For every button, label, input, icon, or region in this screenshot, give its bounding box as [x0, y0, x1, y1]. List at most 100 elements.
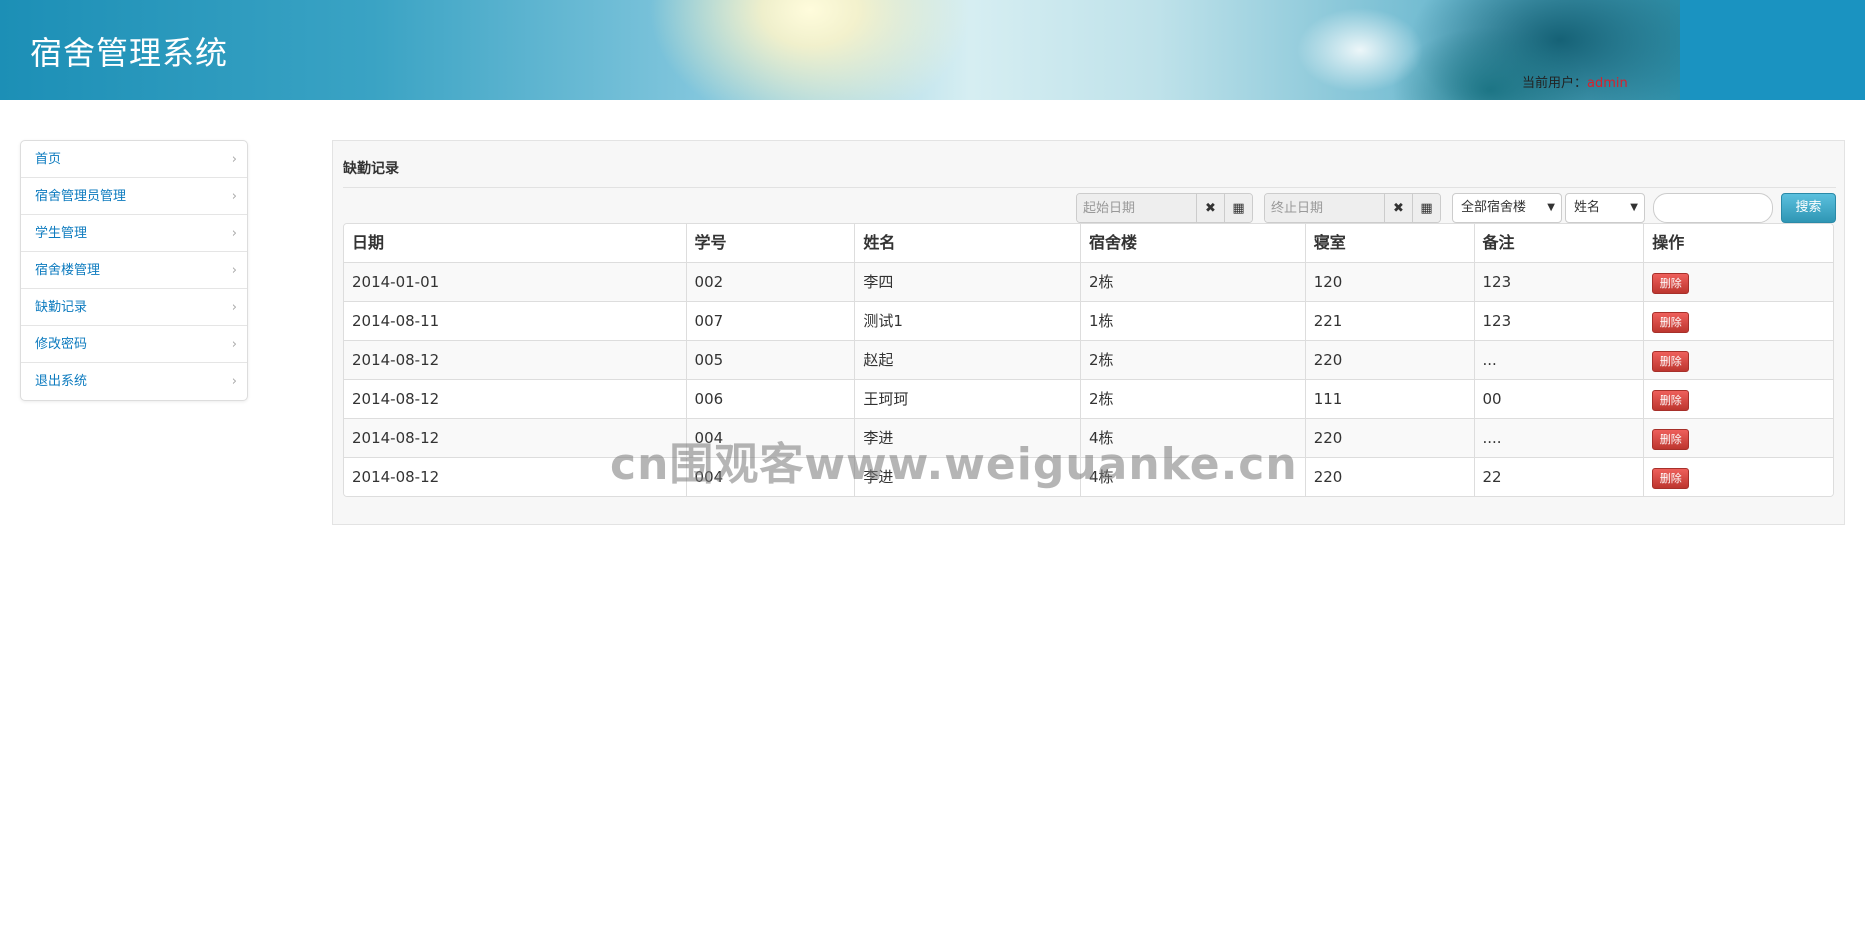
cell-student-no: 006 [685, 380, 855, 418]
table-row: 2014-01-01 002 李四 2栋 120 123 删除 [344, 262, 1833, 301]
current-user: 当前用户：admin [1522, 72, 1628, 91]
chevron-right-icon: › [231, 152, 237, 167]
table-header-row: 日期 学号 姓名 宿舍楼 寝室 备注 操作 [344, 224, 1833, 262]
building-select[interactable]: 全部宿舍楼 ▼ [1452, 193, 1562, 223]
cell-action: 删除 [1643, 458, 1833, 496]
sidebar-item-label: 宿舍管理员管理 [35, 189, 127, 204]
field-select[interactable]: 姓名 ▼ [1565, 193, 1645, 223]
end-date-calendar-icon[interactable]: ▦ [1412, 194, 1440, 222]
cell-note: 123 [1473, 263, 1644, 301]
chevron-right-icon: › [231, 226, 237, 241]
sidebar-item-label: 修改密码 [35, 337, 88, 352]
chevron-right-icon: › [231, 300, 237, 315]
cell-action: 删除 [1643, 302, 1833, 340]
cell-date: 2014-01-01 [352, 273, 440, 291]
cell-name: 赵起 [854, 341, 1080, 379]
chevron-right-icon: › [231, 189, 237, 204]
cell-note: ... [1473, 341, 1644, 379]
cell-room: 221 [1304, 302, 1474, 340]
sidebar-item-password[interactable]: 修改密码 › [21, 326, 247, 363]
building-select-value: 全部宿舍楼 [1461, 200, 1527, 215]
table-row: 2014-08-12 005 赵起 2栋 220 ... 删除 [344, 340, 1833, 379]
cell-action: 删除 [1643, 263, 1833, 301]
top-banner: 宿舍管理系统 当前用户：admin [0, 0, 1865, 100]
table-row: 2014-08-11 007 测试1 1栋 221 123 删除 [344, 301, 1833, 340]
search-button[interactable]: 搜索 [1781, 193, 1836, 223]
sidebar-item-label: 宿舍楼管理 [35, 263, 101, 278]
cell-student-no: 002 [685, 263, 855, 301]
delete-button[interactable]: 删除 [1652, 351, 1690, 372]
site-watermark: cn围观客www.weiguanke.cn [610, 439, 1298, 490]
cell-room: 220 [1304, 458, 1474, 496]
column-header-building: 宿舍楼 [1080, 224, 1305, 262]
start-date-calendar-icon[interactable]: ▦ [1224, 194, 1252, 222]
column-header-room: 寝室 [1304, 224, 1474, 262]
chevron-right-icon: › [231, 263, 237, 278]
cell-student-no: 005 [685, 341, 855, 379]
end-date-group: ✖ ▦ [1264, 193, 1441, 223]
cell-action: 删除 [1643, 341, 1833, 379]
cell-room: 120 [1304, 263, 1474, 301]
start-date-group: ✖ ▦ [1076, 193, 1253, 223]
panel-title: 缺勤记录 [343, 161, 399, 177]
cell-action: 删除 [1643, 380, 1833, 418]
sidebar-item-label: 缺勤记录 [35, 300, 88, 315]
sidebar-item-buildings[interactable]: 宿舍楼管理 › [21, 252, 247, 289]
cell-name: 李四 [854, 263, 1080, 301]
cell-room: 220 [1304, 341, 1474, 379]
delete-button[interactable]: 删除 [1652, 273, 1690, 294]
delete-button[interactable]: 删除 [1652, 429, 1690, 450]
cell-building: 2栋 [1080, 380, 1305, 418]
current-user-label: 当前用户： [1522, 76, 1588, 91]
chevron-right-icon: › [231, 374, 237, 389]
column-header-name: 姓名 [854, 224, 1080, 262]
sidebar-item-absence[interactable]: 缺勤记录 › [21, 289, 247, 326]
banner-right-strip [1680, 0, 1865, 100]
delete-button[interactable]: 删除 [1652, 312, 1690, 333]
column-header-student-no: 学号 [685, 224, 855, 262]
cell-action: 删除 [1643, 419, 1833, 457]
cell-note: 00 [1473, 380, 1644, 418]
cell-note: 123 [1473, 302, 1644, 340]
clear-start-date-icon[interactable]: ✖ [1196, 194, 1224, 222]
search-input[interactable] [1653, 193, 1773, 223]
chevron-down-icon: ▼ [1630, 202, 1638, 213]
cell-date: 2014-08-12 [352, 390, 440, 408]
sidebar-item-label: 学生管理 [35, 226, 88, 241]
panel-divider [343, 187, 1836, 188]
sidebar-item-dorm-admin[interactable]: 宿舍管理员管理 › [21, 178, 247, 215]
column-header-action: 操作 [1643, 224, 1833, 262]
cell-building: 2栋 [1080, 263, 1305, 301]
cell-note: .... [1473, 419, 1644, 457]
column-header-date: 日期 [352, 233, 385, 252]
sidebar-nav: 首页 › 宿舍管理员管理 › 学生管理 › 宿舍楼管理 › 缺勤记录 › 修改密… [20, 140, 248, 401]
field-select-value: 姓名 [1574, 200, 1601, 215]
chevron-down-icon: ▼ [1547, 202, 1555, 213]
column-header-note: 备注 [1473, 224, 1644, 262]
sidebar-item-logout[interactable]: 退出系统 › [21, 363, 247, 400]
cell-student-no: 007 [685, 302, 855, 340]
cell-name: 测试1 [854, 302, 1080, 340]
app-title: 宿舍管理系统 [30, 34, 229, 72]
cell-note: 22 [1473, 458, 1644, 496]
cell-building: 1栋 [1080, 302, 1305, 340]
start-date-input[interactable] [1077, 194, 1196, 222]
delete-button[interactable]: 删除 [1652, 390, 1690, 411]
sidebar-item-label: 首页 [35, 152, 62, 167]
current-user-name: admin [1587, 76, 1628, 91]
cell-date: 2014-08-12 [352, 351, 440, 369]
chevron-right-icon: › [231, 337, 237, 352]
delete-button[interactable]: 删除 [1652, 468, 1690, 489]
banner-wave-decoration [1240, 0, 1700, 100]
sidebar-item-home[interactable]: 首页 › [21, 141, 247, 178]
end-date-input[interactable] [1265, 194, 1384, 222]
cell-date: 2014-08-11 [352, 312, 440, 330]
cell-room: 111 [1304, 380, 1474, 418]
clear-end-date-icon[interactable]: ✖ [1384, 194, 1412, 222]
cell-room: 220 [1304, 419, 1474, 457]
sidebar-item-students[interactable]: 学生管理 › [21, 215, 247, 252]
table-row: 2014-08-12 006 王珂珂 2栋 111 00 删除 [344, 379, 1833, 418]
cell-name: 王珂珂 [854, 380, 1080, 418]
cell-building: 2栋 [1080, 341, 1305, 379]
sidebar-item-label: 退出系统 [35, 374, 88, 389]
